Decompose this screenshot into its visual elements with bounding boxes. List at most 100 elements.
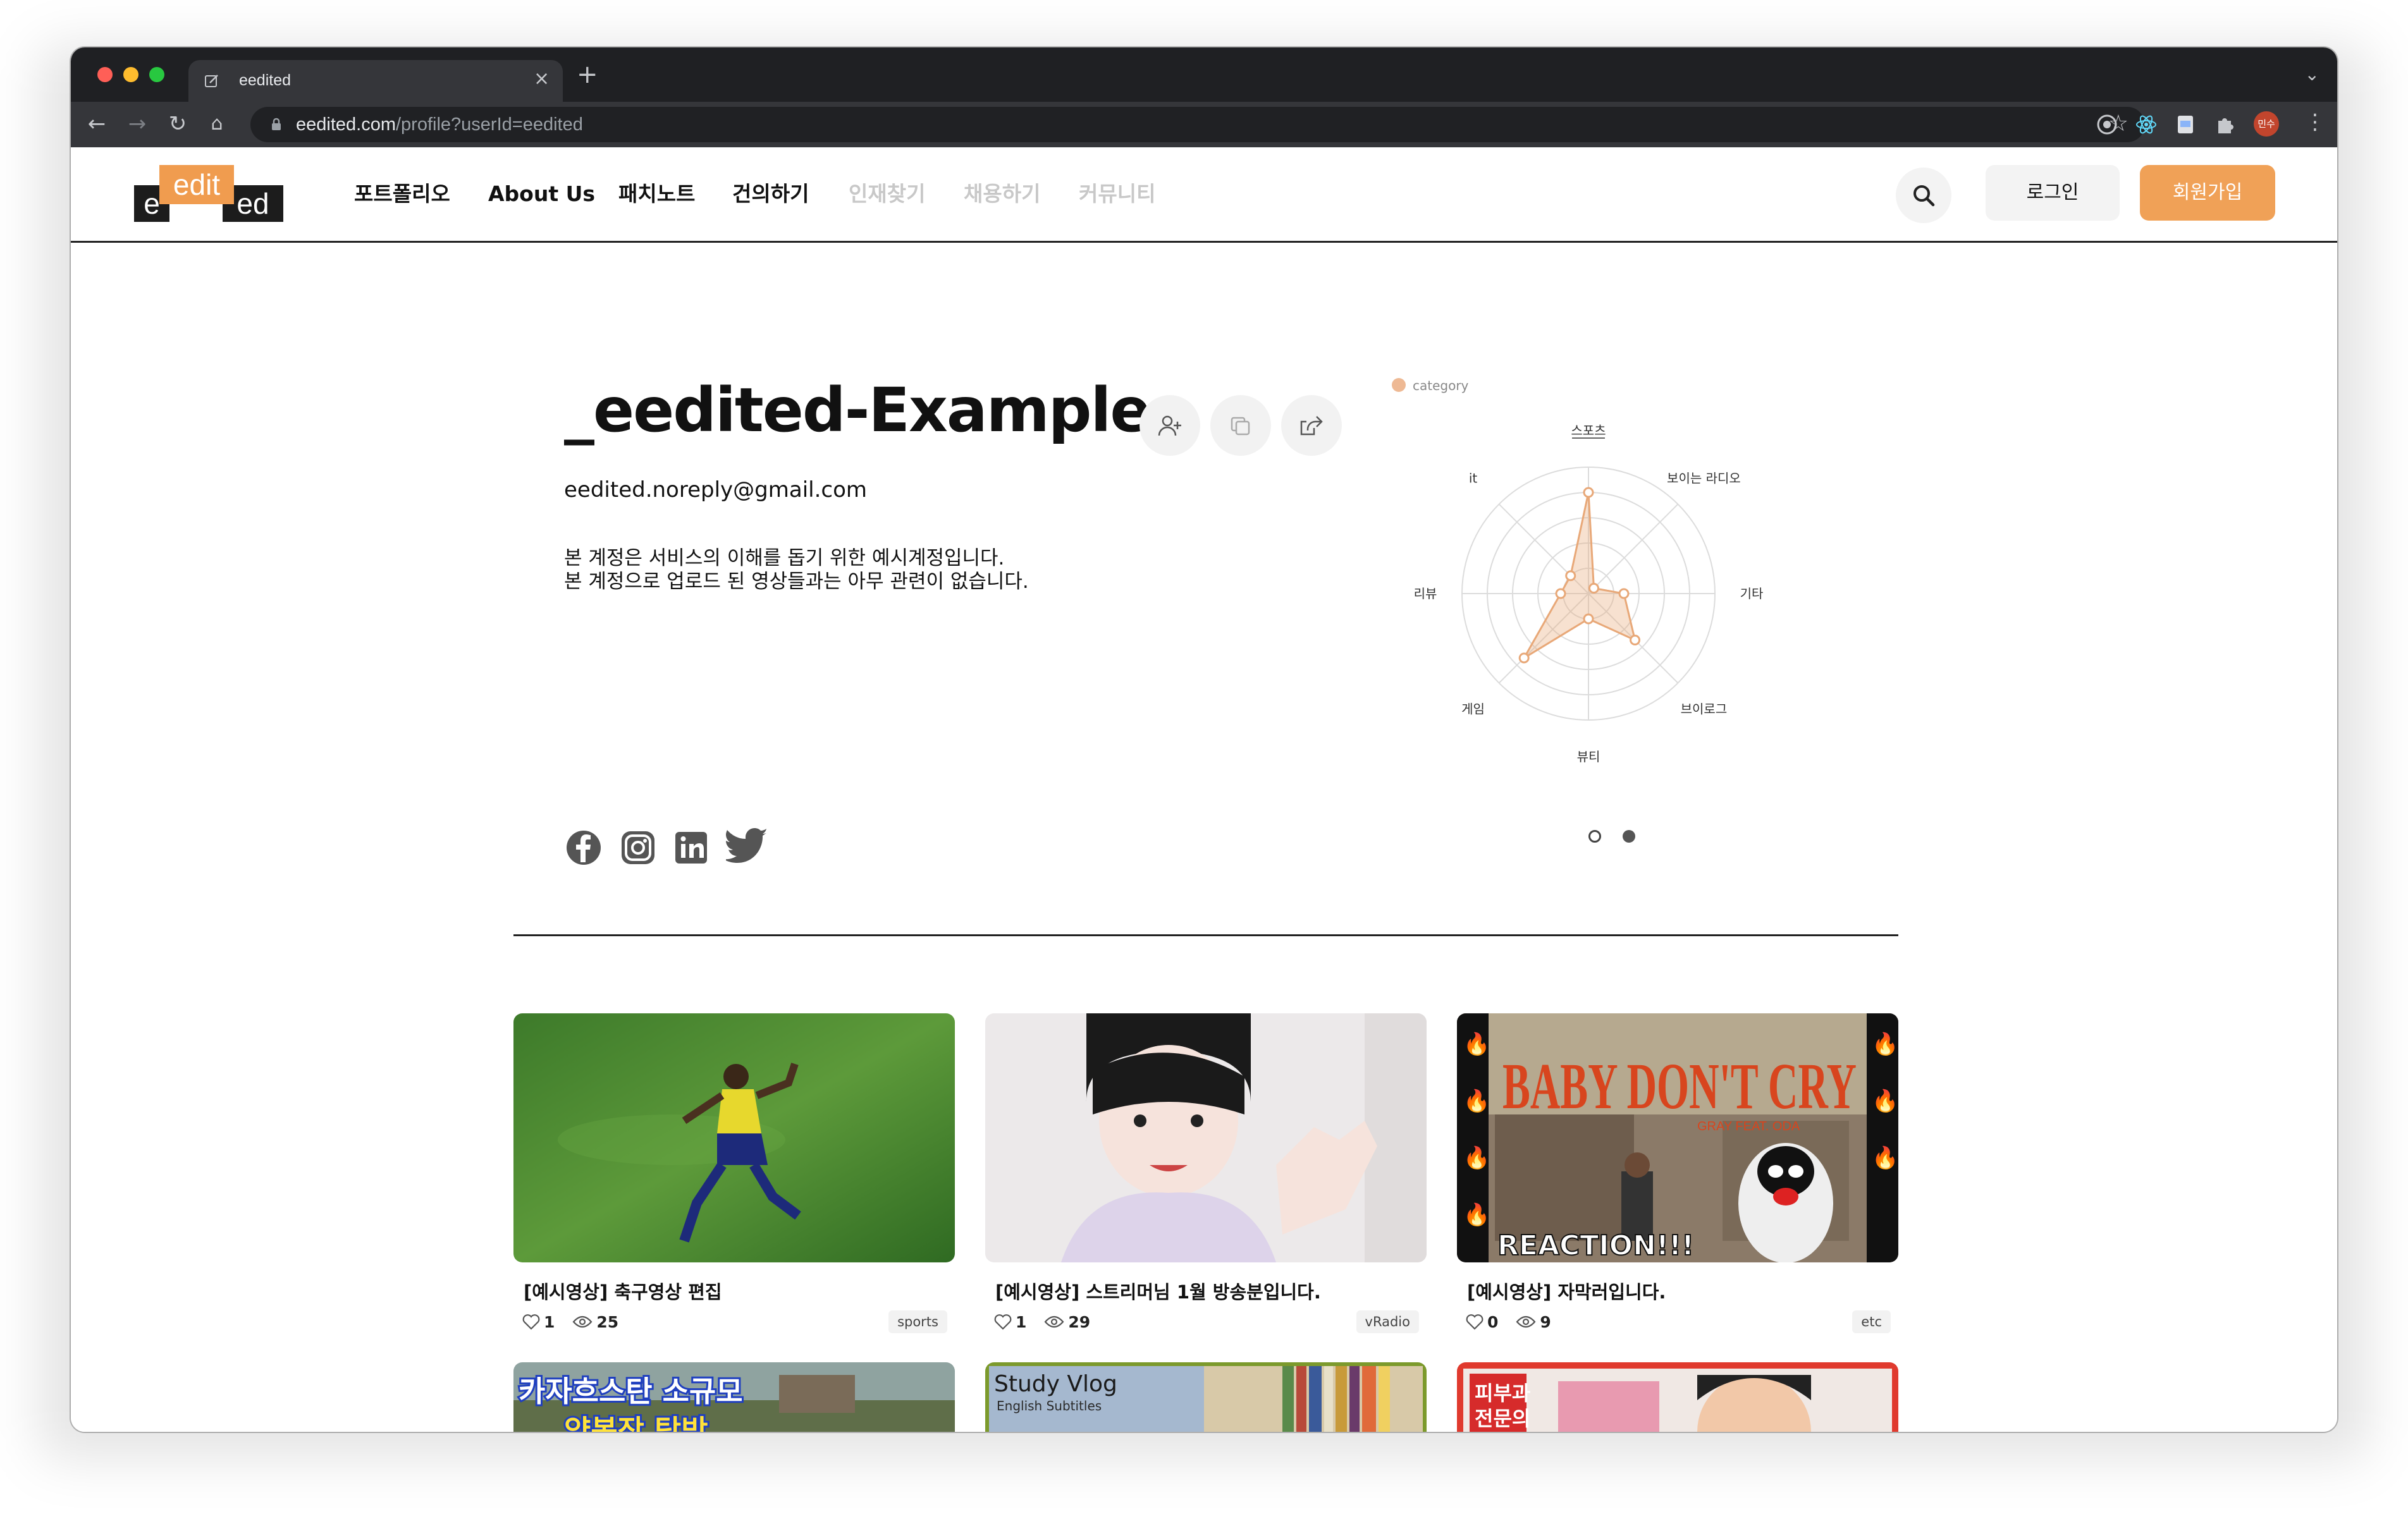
extension-target-icon[interactable]: [2096, 113, 2118, 136]
thumbnail-subtitle-text: 양봉장 탐방: [564, 1413, 708, 1432]
nav-about-us[interactable]: About Us: [488, 147, 595, 241]
linkedin-icon[interactable]: [673, 829, 710, 866]
radar-point: [1588, 583, 1599, 594]
view-count: 25: [596, 1312, 619, 1331]
browser-toolbar: ← → ↻ ⌂ eedited.com/profile?userId=eedit…: [71, 102, 2337, 147]
extensions-puzzle-icon[interactable]: [2213, 113, 2236, 136]
video-title[interactable]: [예시영상] 스트리머님 1월 방송분입니다.: [995, 1278, 1321, 1304]
close-window-button[interactable]: [97, 67, 113, 82]
category-tag: etc: [1852, 1310, 1891, 1333]
video-stats: 1 29: [994, 1310, 1090, 1333]
like-count: 0: [1487, 1312, 1499, 1331]
radar-category-label: 브이로그: [1681, 701, 1728, 716]
video-title[interactable]: [예시영상] 축구영상 편집: [524, 1278, 722, 1304]
eye-icon: [572, 1315, 593, 1328]
eye-icon: [1044, 1315, 1064, 1328]
back-icon[interactable]: ←: [81, 108, 113, 140]
copy-icon: [1231, 417, 1250, 436]
thumbnail-title-text: Study Vlog: [994, 1371, 1117, 1397]
video-thumbnail[interactable]: 🔥 🔥 🔥 🔥 🔥 🔥 🔥 BABY DON'T CRY GRAY FEAT. …: [1457, 1013, 1898, 1262]
page-viewport: e ed edit 포트폴리오 About Us 패치노트 건의하기 인재찾기 …: [71, 147, 2337, 1432]
video-title[interactable]: [예시영상] 자막러입니다.: [1467, 1278, 1666, 1304]
thumbnail-banner-text: REACTION!!!: [1497, 1230, 1694, 1262]
instagram-icon[interactable]: [620, 829, 656, 866]
site-logo[interactable]: e ed edit: [134, 165, 283, 226]
profile-email: eedited.noreply@gmail.com: [564, 477, 868, 503]
radar-point: [1565, 570, 1576, 582]
radar-category-label: 게임: [1461, 701, 1485, 716]
nav-portfolio[interactable]: 포트폴리오: [354, 147, 450, 241]
carousel-dot-1[interactable]: [1588, 830, 1601, 843]
video-thumbnail[interactable]: [985, 1013, 1427, 1262]
video-thumbnail[interactable]: [513, 1013, 955, 1262]
video-thumbnail[interactable]: 피부과 전문의: [1457, 1362, 1898, 1432]
radar-category-label: 보이는 라디오: [1667, 471, 1741, 486]
reload-icon[interactable]: ↻: [162, 108, 194, 140]
radar-point: [1518, 652, 1530, 664]
thumbnail-subtitle-text: English Subtitles: [997, 1398, 1102, 1413]
nav-suggestions[interactable]: 건의하기: [732, 147, 809, 241]
copy-button[interactable]: [1210, 395, 1271, 456]
radar-category-label: 기타: [1740, 586, 1764, 601]
login-button[interactable]: 로그인: [1986, 165, 2120, 221]
radar-category-label: 리뷰: [1414, 586, 1437, 601]
browser-menu-icon[interactable]: ⋮: [2304, 109, 2326, 135]
twitter-icon[interactable]: [726, 827, 769, 867]
tab-strip: eedited × + ⌄: [71, 47, 2337, 102]
svg-text:🔥: 🔥: [1872, 1032, 1898, 1057]
lock-icon: [272, 118, 281, 130]
edit-icon: [205, 75, 218, 87]
follow-button[interactable]: [1140, 395, 1200, 456]
view-count: 29: [1068, 1312, 1091, 1331]
nav-hiring: 채용하기: [964, 181, 1041, 206]
video-stats: 1 25: [522, 1310, 618, 1333]
react-devtools-icon[interactable]: [2135, 113, 2158, 136]
tab-search-icon[interactable]: ⌄: [2305, 64, 2319, 85]
category-tag: sports: [888, 1310, 947, 1333]
share-icon: [1300, 416, 1323, 436]
share-button[interactable]: [1281, 395, 1342, 456]
video-stats: 0 9: [1466, 1310, 1551, 1333]
legend-swatch: [1392, 378, 1406, 392]
nav-community: 커뮤니티: [1079, 181, 1156, 206]
window-controls: [97, 67, 164, 82]
close-tab-icon[interactable]: ×: [534, 68, 550, 90]
category-tag: vRadio: [1356, 1310, 1419, 1333]
new-tab-icon[interactable]: +: [577, 60, 598, 89]
radar-point: [1583, 613, 1594, 625]
radar-point: [1630, 635, 1641, 646]
profile-avatar[interactable]: 민수: [2254, 111, 2279, 137]
thumbnail-subtitle-text: GRAY FEAT. ODA: [1697, 1120, 1800, 1133]
maximize-window-button[interactable]: [149, 67, 164, 82]
radar-axis-line: [1588, 503, 1679, 594]
heart-icon[interactable]: [994, 1314, 1012, 1330]
section-divider: [513, 934, 1898, 936]
browser-window: eedited × + ⌄ ← → ↻ ⌂ eedited.com/profil…: [71, 47, 2337, 1432]
thumbnail-title-text: BABY DON'T CRY: [1502, 1050, 1857, 1123]
search-button[interactable]: [1896, 168, 1951, 223]
address-bar[interactable]: eedited.com/profile?userId=eedited ☆: [250, 107, 2145, 142]
thumbnail-title-text: 카자흐스탄 소규모: [519, 1374, 743, 1408]
extension-doc-icon[interactable]: [2174, 113, 2197, 136]
logo-edit-badge: edit: [159, 165, 234, 204]
facebook-icon[interactable]: [565, 829, 602, 866]
svg-text:🔥: 🔥: [1463, 1032, 1490, 1057]
forward-icon[interactable]: →: [121, 108, 153, 140]
carousel-dot-2[interactable]: [1623, 830, 1635, 843]
like-count: 1: [1016, 1312, 1027, 1331]
signup-button[interactable]: 회원가입: [2140, 165, 2275, 221]
browser-tab[interactable]: eedited ×: [188, 60, 563, 102]
svg-text:🔥: 🔥: [1463, 1202, 1490, 1228]
home-icon[interactable]: ⌂: [201, 108, 233, 140]
heart-icon[interactable]: [1466, 1314, 1484, 1330]
radar-category-label: 스포츠: [1571, 423, 1606, 438]
site-header: e ed edit 포트폴리오 About Us 패치노트 건의하기 인재찾기 …: [71, 147, 2337, 243]
radar-category-label: it: [1469, 471, 1478, 486]
radar-series: [1518, 487, 1641, 664]
video-thumbnail[interactable]: Study Vlog English Subtitles: [985, 1362, 1427, 1432]
minimize-window-button[interactable]: [123, 67, 138, 82]
tab-title: eedited: [239, 71, 292, 89]
nav-patch-notes[interactable]: 패치노트: [618, 147, 695, 241]
video-thumbnail[interactable]: 카자흐스탄 소규모 양봉장 탐방: [513, 1362, 955, 1432]
heart-icon[interactable]: [522, 1314, 540, 1330]
